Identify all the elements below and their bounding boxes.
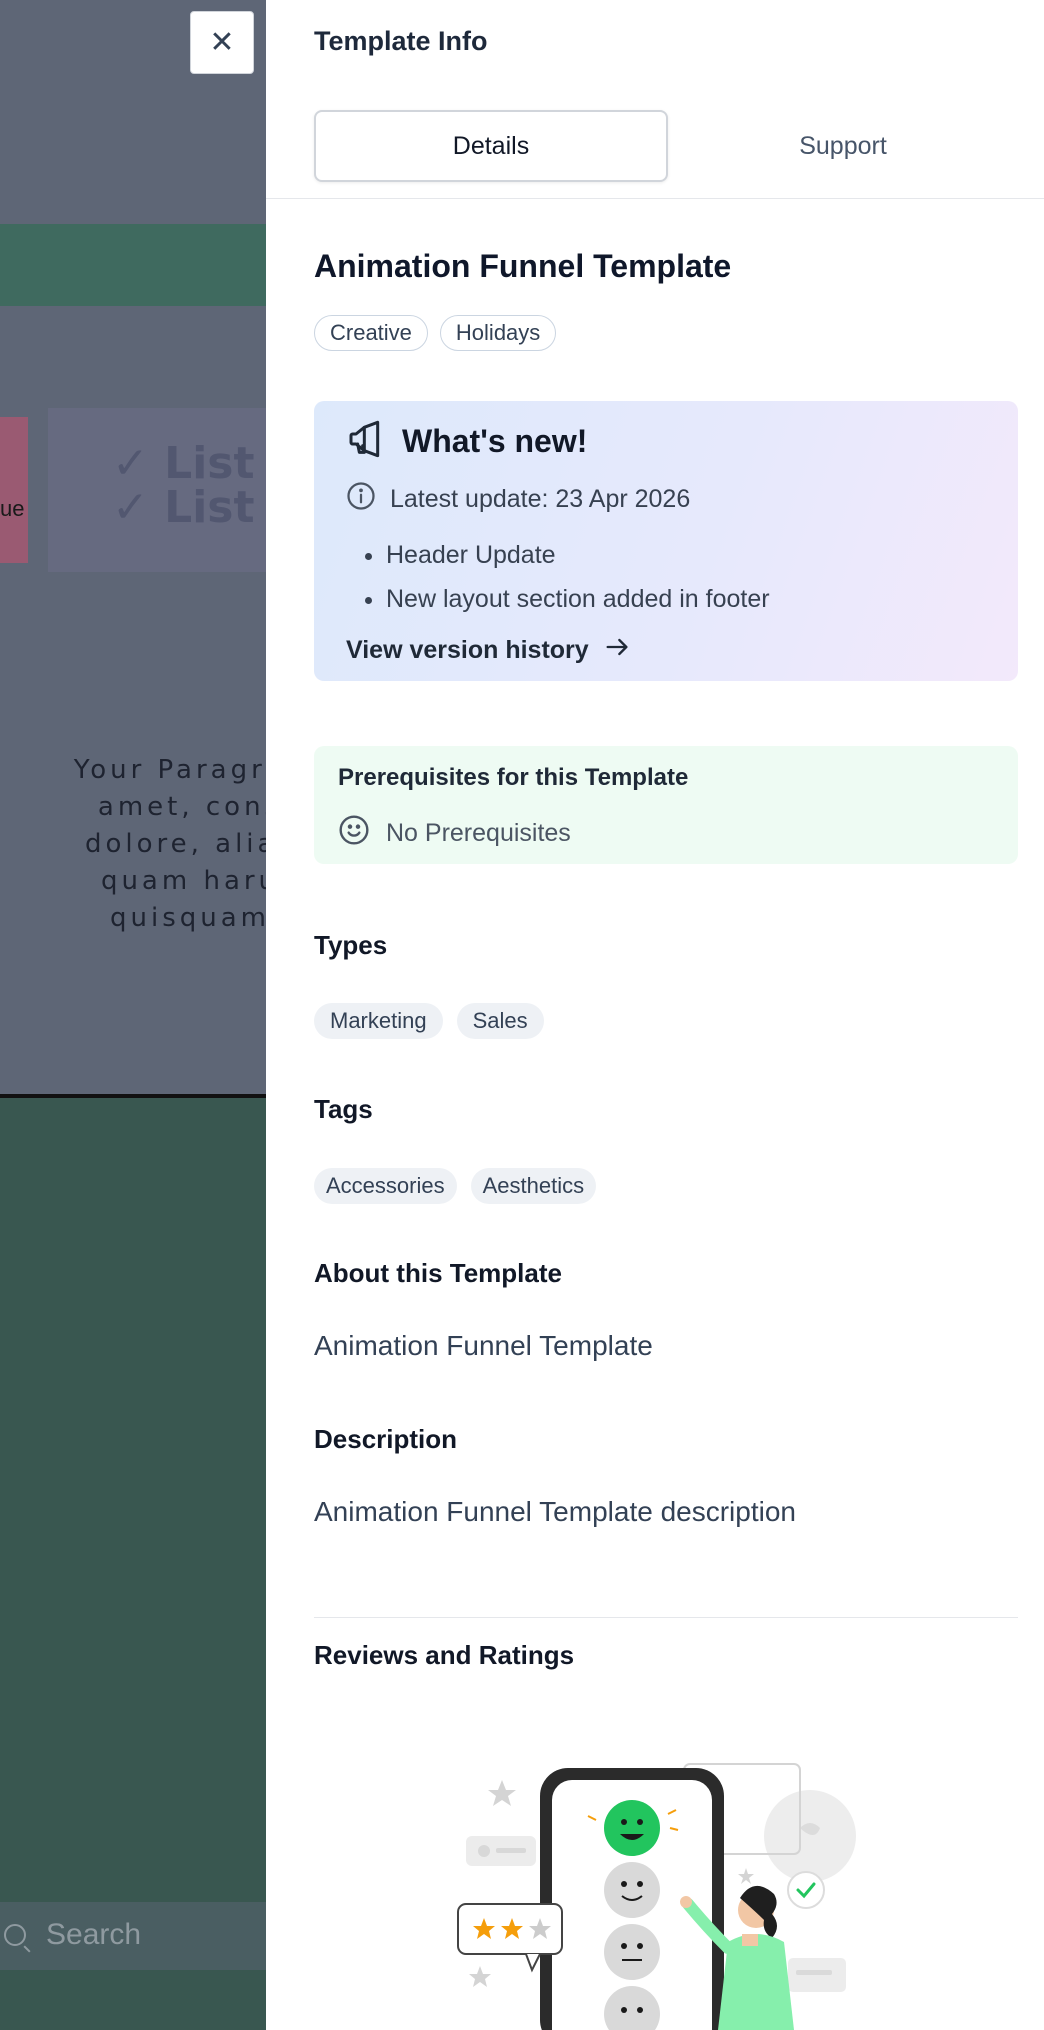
latest-update-text: Latest update: 23 Apr 2026 bbox=[390, 485, 691, 513]
about-text: Animation Funnel Template bbox=[314, 1330, 653, 1361]
background-bottom-section bbox=[0, 1098, 266, 2030]
category-chip[interactable]: Holidays bbox=[439, 315, 557, 351]
whats-new-title: What's new! bbox=[402, 423, 588, 459]
tab-divider bbox=[266, 198, 1044, 199]
paragraph-line: quisquam bbox=[110, 903, 266, 933]
types-chips: Marketing Sales bbox=[314, 1003, 544, 1039]
tags-heading: Tags bbox=[314, 1094, 373, 1124]
arrow-right-icon bbox=[603, 633, 631, 668]
background-search-placeholder: Search bbox=[46, 1918, 142, 1951]
view-version-history-label: View version history bbox=[346, 636, 589, 664]
types-heading: Types bbox=[314, 930, 388, 960]
update-item: New layout section added in footer bbox=[386, 577, 770, 621]
tags-chips: Accessories Aesthetics bbox=[314, 1168, 597, 1204]
view-version-history-link[interactable]: View version history bbox=[346, 633, 631, 668]
paragraph-line: amet, cons bbox=[97, 792, 266, 822]
paragraph-line: Your Paragrap bbox=[73, 755, 266, 785]
latest-update-row: Latest update: 23 Apr 2026 bbox=[346, 481, 690, 518]
tab-bar: Details Support bbox=[314, 110, 1018, 182]
background-pink-button-label: ue bbox=[0, 496, 25, 521]
update-list: Header Update New layout section added i… bbox=[386, 533, 770, 621]
tab-support[interactable]: Support bbox=[668, 110, 1018, 182]
tag-chip[interactable]: Aesthetics bbox=[470, 1168, 597, 1204]
tag-chip[interactable]: Accessories bbox=[314, 1168, 457, 1204]
prerequisites-value: No Prerequisites bbox=[386, 819, 571, 847]
drawer-title: Template Info bbox=[314, 26, 488, 56]
whats-new-card: What's new! Latest update: 23 Apr 2026 H… bbox=[314, 401, 1018, 681]
about-heading: About this Template bbox=[314, 1258, 562, 1288]
section-divider bbox=[314, 1617, 1018, 1618]
update-item: Header Update bbox=[386, 533, 770, 577]
category-chips: Creative Holidays bbox=[314, 315, 557, 351]
type-chip[interactable]: Marketing bbox=[314, 1003, 443, 1039]
whats-new-header: What's new! bbox=[346, 419, 587, 464]
search-icon bbox=[4, 1924, 26, 1946]
paragraph-line: dolore, alias bbox=[84, 829, 266, 859]
prerequisites-card: Prerequisites for this Template No Prere… bbox=[314, 746, 1018, 864]
smile-icon bbox=[338, 814, 370, 853]
category-chip[interactable]: Creative bbox=[314, 315, 428, 351]
description-heading: Description bbox=[314, 1424, 458, 1454]
tab-details[interactable]: Details bbox=[314, 110, 668, 182]
close-button[interactable]: ✕ bbox=[190, 11, 254, 74]
description-text: Animation Funnel Template description bbox=[314, 1496, 796, 1527]
type-chip[interactable]: Sales bbox=[456, 1003, 544, 1039]
paragraph-line: quam haru bbox=[100, 866, 266, 896]
background-pink-button bbox=[0, 417, 28, 563]
megaphone-icon bbox=[346, 419, 386, 464]
info-icon bbox=[346, 481, 376, 518]
template-title: Animation Funnel Template bbox=[314, 248, 732, 284]
prerequisites-row: No Prerequisites bbox=[338, 814, 571, 853]
background-list-box: ✓ List 1 ✓ List 2 bbox=[48, 408, 266, 572]
prerequisites-title: Prerequisites for this Template bbox=[338, 764, 689, 791]
template-info-drawer: Template Info Details Support Animation … bbox=[266, 0, 1044, 2030]
background-paragraph: Your Paragrap amet, cons dolore, alias q… bbox=[40, 752, 266, 937]
reviews-empty-illustration bbox=[456, 1748, 876, 2030]
background-page: ue ✓ List 1 ✓ List 2 Your Paragrap amet,… bbox=[0, 0, 266, 2030]
background-list-line: ✓ List 2 bbox=[112, 482, 266, 533]
reviews-heading: Reviews and Ratings bbox=[314, 1640, 575, 1670]
background-band bbox=[0, 224, 266, 306]
